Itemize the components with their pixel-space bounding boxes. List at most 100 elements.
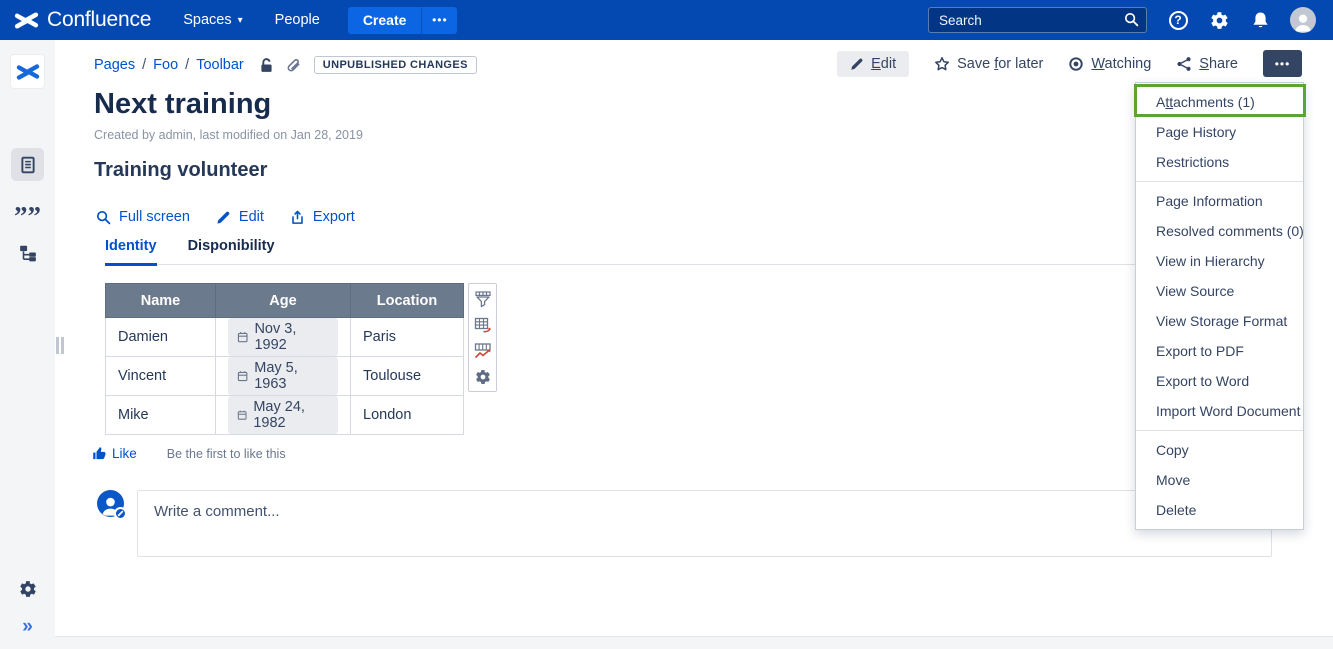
column-header-location[interactable]: Location (351, 284, 464, 318)
calendar-icon (237, 409, 247, 421)
like-hint: Be the first to like this (167, 447, 286, 461)
eye-icon (1068, 56, 1084, 72)
page-byline: Created by admin, last modified on Jan 2… (94, 128, 363, 142)
menu-item-page-information[interactable]: Page Information (1136, 186, 1303, 216)
table-row: Damien Nov 3, 1992 Paris (106, 318, 464, 357)
calendar-icon (237, 331, 248, 343)
table-transpose-icon[interactable] (473, 315, 492, 334)
table-row: Mike May 24, 1982 London (106, 396, 464, 435)
unlocked-icon[interactable] (258, 57, 275, 74)
breadcrumb-toolbar[interactable]: Toolbar (196, 57, 244, 73)
column-header-name[interactable]: Name (106, 284, 216, 318)
volunteer-table: Name Age Location Damien Nov 3, 1992 Par… (105, 283, 464, 435)
cell-name[interactable]: Vincent (106, 357, 216, 396)
breadcrumb: Pages / Foo / Toolbar UNPUBLISHED CHANGE… (94, 56, 477, 74)
date-pill[interactable]: Nov 3, 1992 (228, 318, 338, 356)
tab-disponibility[interactable]: Disponibility (188, 238, 275, 264)
share-icon (1176, 56, 1192, 72)
full-screen-link[interactable]: Full screen (96, 209, 190, 225)
cell-location[interactable]: Toulouse (351, 357, 464, 396)
create-more-button[interactable]: ••• (421, 7, 457, 34)
share-button[interactable]: Share (1176, 56, 1238, 72)
export-link[interactable]: Export (290, 209, 355, 225)
comment-avatar (97, 490, 124, 517)
gear-icon (19, 580, 37, 598)
menu-item-view-in-hierarchy[interactable]: View in Hierarchy (1136, 246, 1303, 276)
page-icon (19, 156, 37, 174)
cell-name[interactable]: Damien (106, 318, 216, 357)
section-heading: Training volunteer (94, 159, 267, 182)
sidebar-expand-button[interactable]: » (11, 610, 44, 643)
sidebar-item-hierarchy[interactable] (11, 236, 44, 269)
create-button[interactable]: Create (348, 7, 422, 34)
macro-actions: Full screen Edit Export (96, 209, 355, 225)
cell-age: May 5, 1963 (216, 357, 351, 396)
tab-identity[interactable]: Identity (105, 238, 157, 266)
topbar-right: ? (928, 0, 1333, 40)
top-navigation-bar: Confluence Spaces ▾ People Create ••• ? (0, 0, 1333, 40)
nav-people[interactable]: People (275, 12, 320, 28)
date-pill[interactable]: May 5, 1963 (228, 357, 338, 395)
table-row: Vincent May 5, 1963 Toulouse (106, 357, 464, 396)
user-avatar[interactable] (1290, 7, 1316, 33)
menu-item-export-to-word[interactable]: Export to Word (1136, 366, 1303, 396)
pencil-badge-icon (114, 507, 127, 520)
attachment-icon[interactable] (285, 57, 302, 74)
table-settings-gear-icon[interactable] (473, 367, 492, 386)
left-sidebar: ”” » (0, 40, 55, 649)
menu-item-page-history[interactable]: Page History (1136, 117, 1303, 147)
menu-item-view-source[interactable]: View Source (1136, 276, 1303, 306)
date-pill[interactable]: May 24, 1982 (228, 396, 338, 434)
table-chart-icon[interactable] (473, 341, 492, 360)
menu-item-delete[interactable]: Delete (1136, 495, 1303, 525)
menu-item-import-word-document[interactable]: Import Word Document (1136, 396, 1303, 426)
comment-input[interactable] (138, 491, 1271, 556)
nav-spaces[interactable]: Spaces ▾ (183, 12, 242, 28)
like-button[interactable]: Like (92, 446, 137, 461)
macro-edit-link[interactable]: Edit (216, 209, 264, 225)
column-header-age[interactable]: Age (216, 284, 351, 318)
cell-name[interactable]: Mike (106, 396, 216, 435)
confluence-space-logo-icon (16, 60, 40, 84)
sidebar-settings[interactable] (11, 572, 44, 605)
menu-item-restrictions[interactable]: Restrictions (1136, 147, 1303, 177)
watching-button[interactable]: Watching (1068, 56, 1151, 72)
tab-bar: Identity Disponibility (105, 238, 1272, 265)
breadcrumb-foo[interactable]: Foo (153, 57, 178, 73)
menu-item-resolved-comments[interactable]: Resolved comments (0) (1136, 216, 1303, 246)
comment-box (137, 490, 1272, 557)
notifications-icon[interactable] (1249, 9, 1271, 31)
help-icon[interactable]: ? (1167, 9, 1189, 31)
gear-icon[interactable] (1208, 9, 1230, 31)
menu-item-attachments[interactable]: Attachments (1) (1136, 87, 1303, 117)
thumbs-up-icon (92, 446, 107, 461)
menu-separator (1136, 430, 1303, 431)
search-input[interactable] (928, 7, 1147, 33)
menu-item-view-storage-format[interactable]: View Storage Format (1136, 306, 1303, 336)
star-icon (934, 56, 950, 72)
more-actions-button[interactable]: ••• (1263, 50, 1302, 77)
menu-item-move[interactable]: Move (1136, 465, 1303, 495)
double-chevron-right-icon: » (22, 616, 33, 638)
confluence-home-link[interactable]: Confluence (14, 8, 151, 33)
menu-item-copy[interactable]: Copy (1136, 435, 1303, 465)
sidebar-item-blog[interactable]: ”” (11, 192, 44, 225)
menu-item-export-to-pdf[interactable]: Export to PDF (1136, 336, 1303, 366)
filter-icon[interactable] (473, 289, 492, 308)
more-actions-menu: Attachments (1) Page History Restriction… (1135, 82, 1304, 530)
cell-age: May 24, 1982 (216, 396, 351, 435)
confluence-logo-icon (14, 8, 39, 33)
sidebar-resize-handle[interactable] (56, 337, 65, 354)
top-nav: Spaces ▾ People (151, 12, 320, 28)
pencil-icon (850, 57, 864, 71)
cell-location[interactable]: Paris (351, 318, 464, 357)
save-for-later-button[interactable]: Save for later (934, 56, 1043, 72)
sidebar-item-pages[interactable] (11, 148, 44, 181)
unpublished-changes-badge: UNPUBLISHED CHANGES (314, 56, 477, 74)
cell-location[interactable]: London (351, 396, 464, 435)
create-button-group: Create ••• (348, 7, 458, 34)
space-logo[interactable] (11, 55, 44, 88)
edit-button[interactable]: Edit (837, 51, 909, 77)
breadcrumb-pages[interactable]: Pages (94, 57, 135, 73)
search-icon[interactable] (1124, 12, 1139, 27)
